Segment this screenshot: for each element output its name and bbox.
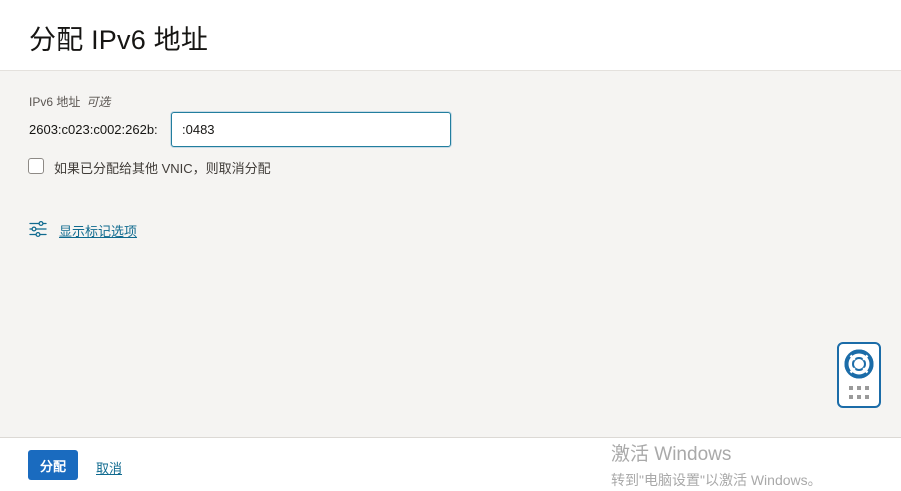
dialog-header: 分配 IPv6 地址 <box>0 0 901 71</box>
ipv6-field-label: IPv6 地址 可选 <box>29 93 110 110</box>
watermark-title: 激活 Windows <box>611 444 732 465</box>
unassign-checkbox-label[interactable]: 如果已分配给其他 VNIC，则取消分配 <box>54 158 271 177</box>
grip-dots-icon[interactable] <box>849 386 869 400</box>
unassign-checkbox[interactable] <box>28 158 44 174</box>
dialog-page: 分配 IPv6 地址 IPv6 地址 可选 2603:c023:c002:262b… <box>0 0 901 491</box>
watermark-subtitle: 转到"电脑设置"以激活 Windows。 <box>611 472 822 488</box>
ipv6-suffix-input[interactable] <box>171 112 451 147</box>
ipv6-label-text: IPv6 地址 <box>29 95 81 109</box>
windows-activation-watermark: 激活 Windows 转到"电脑设置"以激活 Windows。 <box>611 439 822 490</box>
sliders-icon[interactable] <box>29 220 47 238</box>
show-tags-link[interactable]: 显示标记选项 <box>59 221 137 240</box>
dialog-content: IPv6 地址可选 2603:c023:c002:262b: 如果已分配给其他 … <box>0 71 901 437</box>
lifebuoy-icon[interactable] <box>844 349 874 379</box>
assign-button[interactable]: 分配 <box>28 450 78 480</box>
help-widget[interactable] <box>837 342 881 408</box>
cancel-link[interactable]: 取消 <box>96 458 122 477</box>
page-title: 分配 IPv6 地址 <box>29 25 209 55</box>
optional-label: 可选 <box>86 95 111 109</box>
ipv6-prefix: 2603:c023:c002:262b: <box>29 122 158 137</box>
